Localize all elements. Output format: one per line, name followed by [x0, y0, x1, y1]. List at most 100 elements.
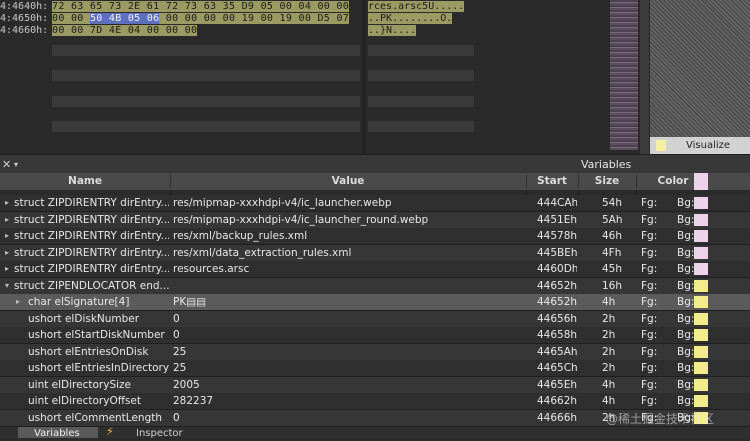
expand-arrow-icon[interactable]: ▾ [5, 278, 9, 294]
hex-ascii-divider [362, 0, 366, 154]
row-fg-label[interactable]: Fg: [641, 327, 657, 343]
row-color-swatch[interactable] [694, 312, 708, 325]
table-row[interactable]: ▸ struct ZIPDIRENTRY dirEntry... res/mipma… [0, 195, 750, 212]
row-bg-label[interactable]: Bg: [677, 377, 694, 393]
close-icon[interactable]: ✕ [2, 155, 11, 174]
hex-editor[interactable]: 4:4640h: 72 63 65 73 2E 61 72 73 63 35 D9… [0, 0, 750, 154]
column-header-value[interactable]: Value [170, 173, 526, 190]
row-color-swatch[interactable] [694, 246, 708, 259]
column-header-start[interactable]: Start [526, 173, 578, 190]
row-size: 16h [602, 279, 623, 292]
row-fg-label[interactable]: Fg: [641, 360, 657, 376]
row-bg-label[interactable]: Bg: [677, 327, 694, 343]
row-fg-label[interactable]: Fg: [641, 278, 657, 294]
row-bg-label[interactable]: Bg: [677, 212, 694, 228]
row-bg-label[interactable]: Bg: [677, 278, 694, 294]
table-row[interactable]: ▸ struct ZIPDIRENTRY dirEntry... res/xml/d… [0, 244, 750, 262]
row-bg-label[interactable]: Bg: [677, 393, 694, 409]
visualize-swatch-icon [656, 140, 666, 151]
row-color-swatch[interactable] [694, 395, 708, 407]
row-color-swatch[interactable] [694, 279, 708, 292]
table-row[interactable]: uint elDirectoryOffset 282237 44662h 4h Fg: B… [0, 393, 750, 410]
row-color-swatch[interactable] [694, 197, 708, 209]
row-fg-label[interactable]: Fg: [641, 195, 657, 211]
color-swatch [694, 173, 708, 190]
row-fg-label[interactable]: Fg: [641, 377, 657, 393]
expand-arrow-icon[interactable]: ▸ [5, 228, 9, 244]
row-color-swatch[interactable] [694, 230, 708, 242]
column-header-size[interactable]: Size [578, 173, 636, 190]
row-color-swatch[interactable] [694, 345, 708, 358]
row-name: char elSignature[4] [28, 296, 130, 308]
expand-arrow-icon[interactable]: ▸ [16, 294, 20, 310]
row-color-swatch[interactable] [694, 362, 708, 374]
row-start: 444CAh [537, 197, 577, 209]
table-row[interactable]: ▸ struct ZIPDIRENTRY dirEntry... res/xml/b… [0, 228, 750, 245]
row-size: 4h [602, 395, 616, 407]
chevron-down-icon[interactable]: ▾ [14, 155, 18, 174]
row-bg-label[interactable]: Bg: [677, 360, 694, 376]
row-fg-label[interactable]: Fg: [641, 245, 657, 261]
row-bg-label[interactable]: Bg: [677, 261, 694, 277]
hex-bytes[interactable]: 00 00 50 4B 05 06 00 00 00 00 19 00 19 0… [52, 13, 350, 24]
row-start: 4465Ah [537, 345, 577, 358]
row-color-swatch[interactable] [694, 263, 708, 275]
variables-panel-titlebar: ✕ ▾ Variables [0, 154, 750, 174]
expand-arrow-icon[interactable]: ▸ [5, 212, 9, 228]
row-name: ushort elDiskNumber [28, 312, 140, 325]
row-size: 4h [602, 296, 616, 308]
table-row[interactable]: ushort elEntriesOnDisk 25 4465Ah 2h Fg: Bg: [0, 343, 750, 361]
row-color-swatch[interactable] [694, 296, 708, 308]
expand-arrow-icon[interactable]: ▸ [5, 195, 9, 211]
row-bg-label[interactable]: Bg: [677, 344, 694, 360]
empty-hex-line [52, 96, 360, 107]
row-value: 25 [173, 362, 187, 374]
hex-bytes-part: 72 63 65 73 2E 61 72 73 63 35 D9 05 00 0… [52, 1, 350, 12]
row-bg-label[interactable]: Bg: [677, 311, 694, 327]
table-row[interactable]: ▸ struct ZIPDIRENTRY dirEntry... resources… [0, 261, 750, 278]
row-fg-label[interactable]: Fg: [641, 212, 657, 228]
table-row[interactable]: ushort elDiskNumber 0 44656h 2h Fg: Bg: [0, 310, 750, 328]
table-row[interactable]: ▸ struct ZIPDIRENTRY dirEntry... res/mipma… [0, 211, 750, 229]
table-row[interactable]: ushort elEntriesInDirectory 25 4465Ch 2h Fg:… [0, 360, 750, 377]
expand-arrow-icon[interactable]: ▸ [5, 261, 9, 277]
hex-ascii[interactable]: ..PK........Õ. [368, 13, 453, 24]
visualize-button[interactable]: Visualize [650, 137, 750, 154]
table-row[interactable]: ▾ struct ZIPENDLOCATOR end... 44652h 16h Fg:… [0, 277, 750, 295]
row-fg-label[interactable]: Fg: [641, 294, 657, 310]
tab-inspector[interactable]: Inspector [136, 427, 183, 441]
row-fg-label[interactable]: Fg: [641, 261, 657, 277]
row-color-swatch[interactable] [694, 213, 708, 226]
table-row[interactable]: ▸ char elSignature[4] PK▤▤ 44652h 4h Fg: Bg: [0, 294, 750, 311]
row-bg-label[interactable]: Bg: [677, 294, 694, 310]
hex-scrollbar[interactable] [640, 0, 649, 154]
table-row[interactable]: uint elDirectorySize 2005 4465Eh 4h Fg: Bg: [0, 376, 750, 394]
row-name: struct ZIPDIRENTRY dirEntry... [14, 230, 169, 242]
row-color-swatch[interactable] [694, 329, 708, 341]
row-start: 445BEh [537, 246, 577, 259]
panel-title: Variables [581, 158, 632, 171]
panel-tabs: Variables ⚡ Inspector [0, 425, 750, 441]
row-bg-label[interactable]: Bg: [677, 245, 694, 261]
hex-ascii-text: rces.arsc5Ù..... [368, 1, 465, 12]
row-bg-label[interactable]: Bg: [677, 228, 694, 244]
row-size: 4h [602, 378, 616, 391]
row-fg-label[interactable]: Fg: [641, 311, 657, 327]
row-fg-label[interactable]: Fg: [641, 344, 657, 360]
hex-bytes[interactable]: 72 63 65 73 2E 61 72 73 63 35 D9 05 00 0… [52, 1, 350, 12]
row-start: 44656h [537, 312, 577, 325]
table-row[interactable]: ushort elStartDiskNumber 0 44658h 2h Fg: Bg: [0, 327, 750, 344]
column-header-name[interactable]: Name [0, 173, 170, 190]
row-fg-label[interactable]: Fg: [641, 228, 657, 244]
row-bg-label[interactable]: Bg: [677, 195, 694, 211]
hex-ascii[interactable]: rces.arsc5Ù..... [368, 1, 465, 12]
row-fg-label[interactable]: Fg: [641, 393, 657, 409]
row-color-swatch[interactable] [694, 378, 708, 391]
hex-bytes[interactable]: 00 00 7D 4E 04 00 00 00 [52, 25, 198, 36]
row-name: ushort elCommentLength [28, 411, 163, 424]
tab-variables[interactable]: Variables [18, 427, 98, 439]
row-size: 2h [602, 312, 616, 325]
expand-arrow-icon[interactable]: ▸ [5, 245, 9, 261]
hex-address: 4:4660h: [0, 25, 49, 36]
hex-ascii[interactable]: ..}N.... [368, 25, 417, 36]
